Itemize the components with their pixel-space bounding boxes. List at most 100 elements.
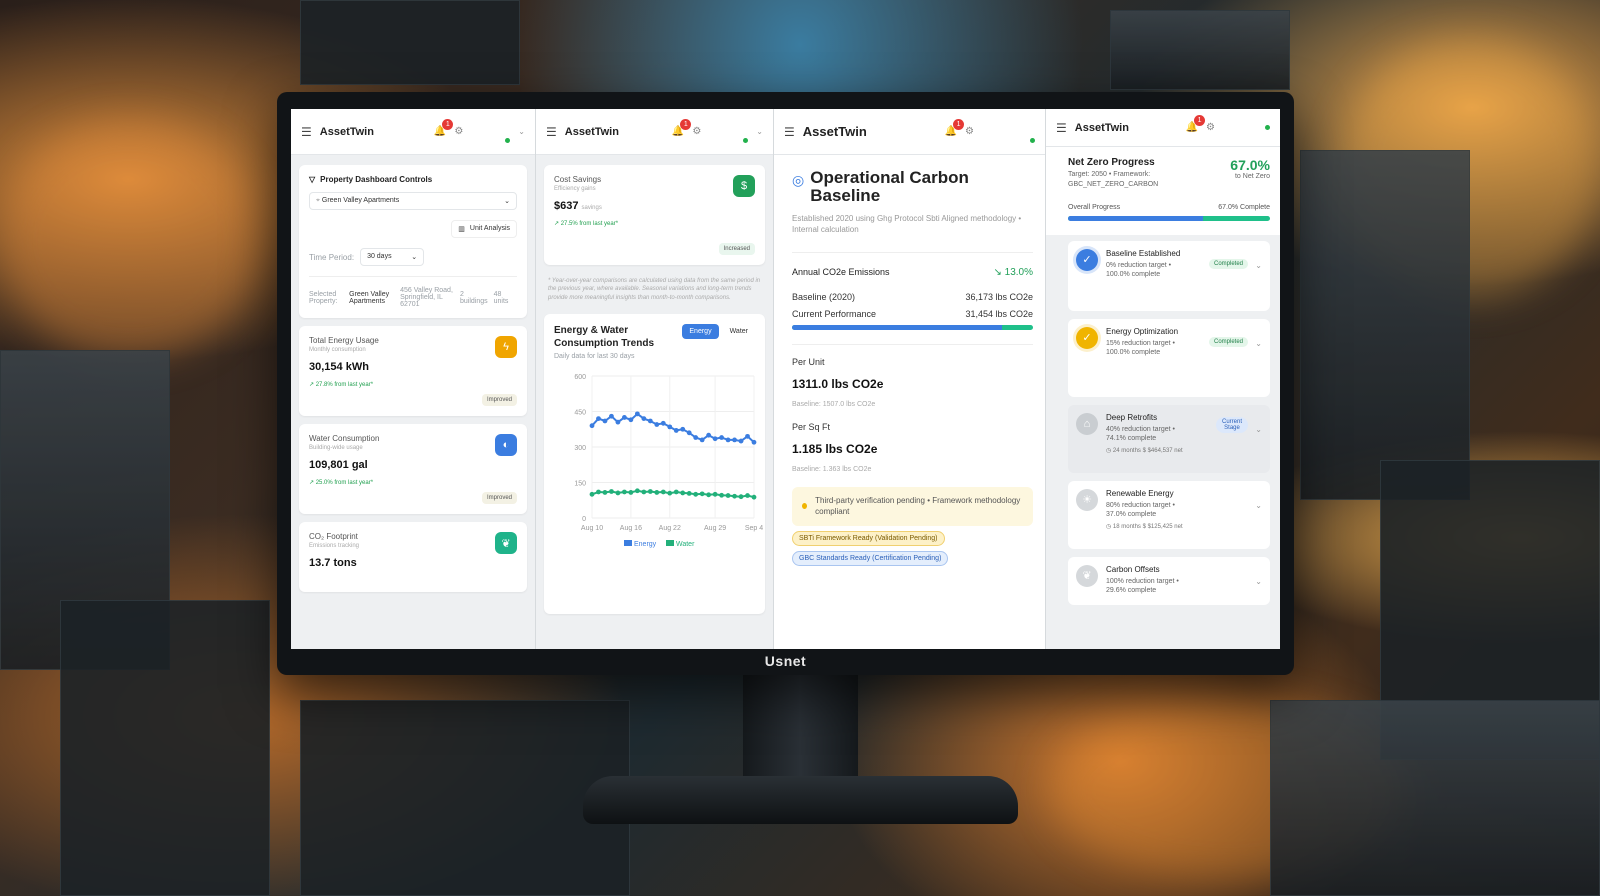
stage-detail: 100% reduction target • 29.6% complete [1106,577,1179,595]
app-title: AssetTwin [564,125,619,138]
kpi-trend: ↗ 25.0% from last year* [309,480,374,486]
data-point-water [725,493,731,499]
menu-icon[interactable]: ☰ [301,125,312,139]
data-point-energy [667,424,673,430]
data-point-water [647,489,653,495]
notification-count: 1 [442,119,454,130]
app-title: AssetTwin [802,124,867,139]
kpi-title: Cost Savings [554,175,602,184]
stage-card[interactable]: ✓ Energy Optimization 15% reduction target… [1068,318,1270,397]
stage-card[interactable]: ✓ Baseline Established 0% reduction target… [1068,240,1270,311]
bell-icon[interactable]: 🔔 1 [672,119,692,137]
chevron-down-icon: ⌄ [504,198,510,205]
chevron-down-icon[interactable]: ⌄ [1255,261,1262,270]
app-bar: ☰ AssetTwin 🔔 1 ⚙ [1046,109,1280,147]
data-point-water [641,489,647,495]
kpi-value: 30,154 kWh [309,361,369,373]
data-point-energy [686,430,692,436]
x-tick-label: Aug 22 [659,525,681,532]
data-point-energy [622,415,627,420]
gear-icon[interactable]: ⚙ [692,126,701,137]
bell-icon[interactable]: 🔔 1 [945,119,965,137]
data-point-water [615,490,621,496]
bell-icon[interactable]: 🔔 1 [434,119,454,137]
property-select[interactable]: ⌖ Green Valley Apartments ⌄ [309,192,517,210]
kpi-subtitle: Emissions tracking [309,543,360,549]
kpi-trend-text: 25.0% from last year* [315,480,374,486]
app-title: AssetTwin [1074,121,1129,134]
tab-water[interactable]: Water [723,324,755,339]
online-status-dot [1030,138,1035,143]
chart-subtitle: Daily data for last 30 days [554,353,635,361]
data-point-water [745,493,750,499]
gear-icon[interactable]: ⚙ [1206,122,1215,133]
current-progress-track [792,324,1033,330]
check-circle-icon: ✓ [1076,248,1098,271]
menu-icon[interactable]: ☰ [1056,121,1067,135]
stage-card[interactable]: ❦ Carbon Offsets 100% reduction target • 2… [1068,556,1270,605]
bell-icon[interactable]: 🔔 1 [1186,115,1206,133]
online-status-dot [505,138,511,143]
data-point-water [706,492,712,498]
check-circle-icon: ✓ [1076,326,1098,349]
controls-title: Property Dashboard Controls [320,175,433,184]
x-tick-label: Aug 16 [620,525,642,532]
annual-change: ↘ 13.0% [993,266,1033,278]
data-point-energy [634,411,640,417]
menu-icon[interactable]: ☰ [546,125,557,139]
data-point-energy [732,437,737,443]
stage-meta-text: 24 months $ $464,537 net [1112,448,1183,455]
chevron-down-icon[interactable]: ⌄ [1255,577,1262,586]
chevron-down-icon[interactable]: ⌄ [1255,425,1262,434]
building-icon: ▥ [458,226,465,233]
home-icon: ⌂ [1076,412,1098,435]
stage-name: Energy Optimization [1106,326,1179,336]
stage-meta-text: 18 months $ $125,425 net [1112,524,1183,531]
cost-unit: savings [581,205,602,211]
tab-energy[interactable]: Energy [682,324,719,340]
app-bar: ☰ AssetTwin 🔔 1 ⚙ ⌄ [291,109,535,155]
x-tick-label: Aug 10 [581,525,603,532]
consumption-chart-card: Energy & Water Consumption Trends Energy… [544,314,765,615]
menu-icon[interactable]: ☰ [784,125,795,139]
stage-meta: ◷ 24 months $ $464,537 net [1106,448,1183,455]
verification-text: Third-party verification pending • Frame… [815,495,1021,517]
current-progress-fill [792,324,1002,330]
y-tick-label: 150 [574,481,586,488]
data-point-energy [738,438,744,444]
data-point-energy [609,414,614,419]
selected-property-name: Green Valley Apartments [349,290,390,305]
stage-card[interactable]: ⌂ Deep Retrofits 40% reduction target • 74… [1068,404,1270,473]
chevron-down-icon[interactable]: ⌄ [756,127,763,136]
stage-status-badge: Completed [1208,258,1248,269]
kpi-trend: ↗ 27.5% from last year* [554,221,619,227]
gear-icon[interactable]: ⚙ [454,126,463,137]
data-point-water [660,489,666,495]
data-point-energy [725,437,731,443]
chart-title: Energy & Water Consumption Trends [554,325,654,350]
data-point-water [712,492,718,497]
page-title: Operational Carbon Baseline [810,168,969,205]
legend-swatch-water [666,540,674,547]
data-point-water [673,489,679,495]
leaf-icon: ❦ [1076,564,1098,587]
unit-analysis-button[interactable]: ▥ Unit Analysis [451,220,517,238]
stage-card[interactable]: ☀ Renewable Energy 80% reduction target • … [1068,480,1270,549]
data-point-energy [654,422,660,428]
data-point-water [596,489,601,495]
panel-consumption-trends: ☰ AssetTwin 🔔 1 ⚙ ⌄ Cost Savings Efficien… [536,109,774,649]
chevron-down-icon[interactable]: ⌄ [1255,501,1262,510]
overall-progress-value: 67.0% Complete [1218,203,1270,211]
gear-icon[interactable]: ⚙ [965,126,974,137]
online-status-dot [743,138,749,143]
data-point-energy [615,419,621,425]
kpi-value: 109,801 gal [309,459,368,471]
monitor-stand-base [583,776,1018,824]
chevron-down-icon[interactable]: ⌄ [518,127,525,136]
per-unit-value: 1311.0 lbs CO2e [792,376,884,391]
kpi-title: CO₂ Footprint [309,532,358,541]
data-point-energy [693,435,699,441]
time-period-select[interactable]: 30 days ⌄ [360,248,425,266]
units-count: 48 units [493,290,509,305]
chevron-down-icon[interactable]: ⌄ [1255,339,1262,348]
